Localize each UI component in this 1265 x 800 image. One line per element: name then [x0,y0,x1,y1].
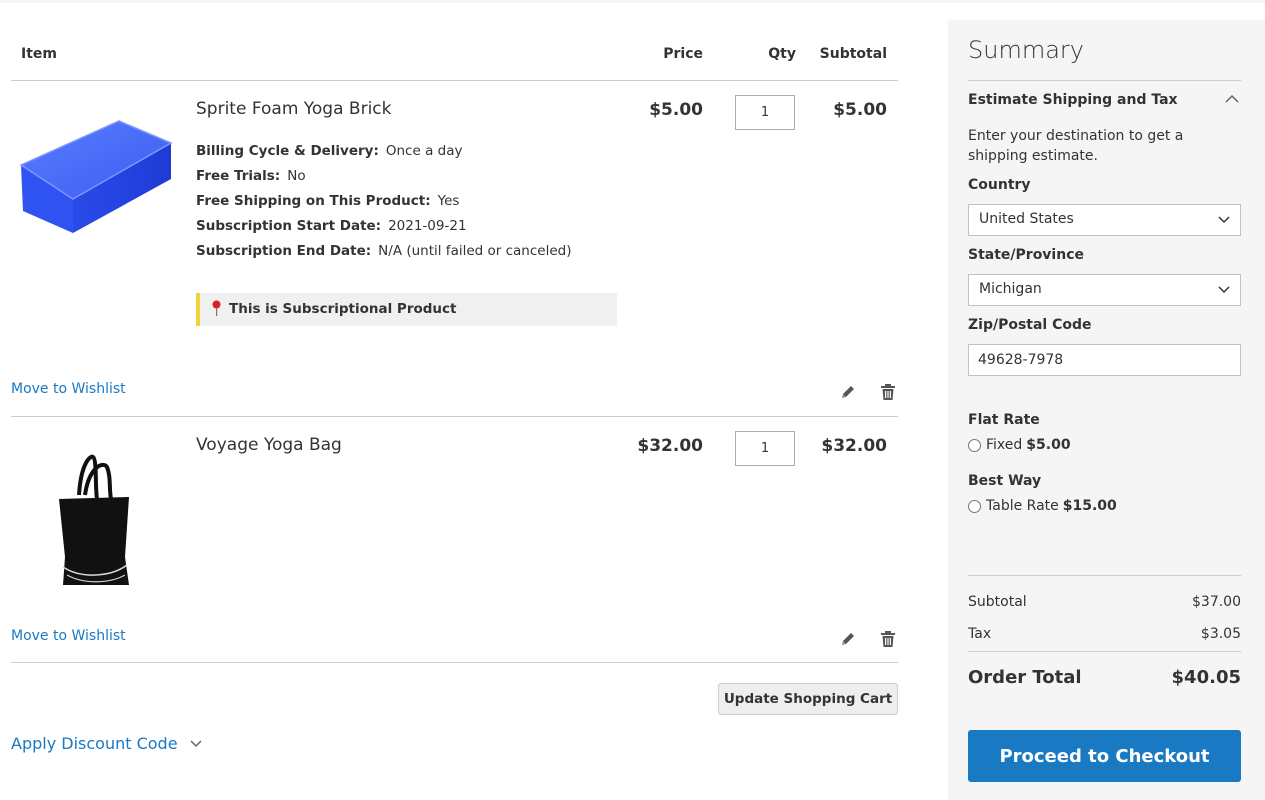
cart-table: Item Price Qty Subtotal Sprite Foam Yoga [11,40,898,663]
zip-label: Zip/Postal Code [968,317,1092,333]
state-select[interactable]: Michigan [968,274,1241,306]
estimate-shipping-toggle[interactable]: Estimate Shipping and Tax [968,92,1178,108]
product-options: Billing Cycle & Delivery: Once a day Free… [196,143,571,268]
radio-button[interactable] [968,438,981,452]
move-to-wishlist-link[interactable]: Move to Wishlist [11,381,126,397]
qty-input[interactable] [735,95,795,130]
product-price: $32.00 [637,436,703,456]
product-subtotal: $32.00 [821,436,887,456]
cart-table-header: Item Price Qty Subtotal [11,40,898,81]
header-item: Item [21,46,57,62]
apply-discount-code-label: Apply Discount Code [11,734,178,753]
chevron-down-icon [1218,286,1230,294]
update-shopping-cart-button[interactable]: Update Shopping Cart [718,683,898,715]
pencil-icon[interactable] [839,630,857,648]
cart-item-row: Sprite Foam Yoga Brick $5.00 $5.00 Billi… [11,81,898,417]
radio-button[interactable] [968,499,981,513]
option-end-date: Subscription End Date: N/A (until failed … [196,243,571,268]
product-image-yoga-brick[interactable] [11,101,176,266]
tax-label: Tax [968,626,992,642]
proceed-to-checkout-button[interactable]: Proceed to Checkout [968,730,1241,782]
shipping-option-label: Table Rate [986,498,1059,514]
option-free-shipping: Free Shipping on This Product: Yes [196,193,571,218]
header-qty: Qty [768,46,796,62]
option-label: Subscription Start Date: [196,218,382,234]
country-select-value: United States [979,211,1074,227]
order-total-label: Order Total [968,667,1082,688]
estimate-description: Enter your destination to get a shipping… [968,128,1184,164]
subtotal-value: $37.00 [1192,594,1241,610]
shipping-option-label: Fixed [986,437,1023,453]
state-label: State/Province [968,247,1084,263]
option-label: Free Shipping on This Product: [196,193,431,209]
cart-item-row: Voyage Yoga Bag $32.00 $32.00 Move to Wi… [11,417,898,663]
option-value: N/A (until failed or canceled) [378,243,572,259]
divider [968,651,1241,652]
divider [968,80,1241,81]
option-value: No [287,168,306,184]
chevron-down-icon [190,739,202,747]
option-start-date: Subscription Start Date: 2021-09-21 [196,218,571,243]
product-image-yoga-bag[interactable] [11,437,176,602]
state-select-value: Michigan [979,281,1042,297]
trash-icon[interactable] [879,630,897,648]
option-label: Billing Cycle & Delivery: [196,143,379,159]
country-label: Country [968,177,1031,193]
move-to-wishlist-link[interactable]: Move to Wishlist [11,628,126,644]
pushpin-icon [212,300,221,316]
product-name[interactable]: Sprite Foam Yoga Brick [196,99,391,119]
option-label: Subscription End Date: [196,243,372,259]
header-subtotal: Subtotal [819,46,887,62]
shipping-option-table-rate[interactable]: Table Rate $15.00 [968,498,1117,514]
product-subtotal: $5.00 [833,100,887,120]
product-name[interactable]: Voyage Yoga Bag [196,435,342,455]
trash-icon[interactable] [879,383,897,401]
option-value: Yes [437,193,460,209]
header-price: Price [663,46,703,62]
subscription-notice: This is Subscriptional Product [196,293,617,326]
option-value: Once a day [385,143,463,159]
zip-input[interactable] [968,344,1241,376]
option-free-trials: Free Trials: No [196,168,571,193]
tax-value: $3.05 [1200,626,1241,642]
qty-input[interactable] [735,431,795,466]
country-select[interactable]: United States [968,204,1241,236]
product-price: $5.00 [649,100,703,120]
apply-discount-code-toggle[interactable]: Apply Discount Code [11,734,202,753]
divider [968,575,1241,576]
pencil-icon[interactable] [839,383,857,401]
subtotal-label: Subtotal [968,594,1027,610]
order-summary-panel: Summary Estimate Shipping and Tax Enter … [948,20,1265,800]
top-border [0,0,1265,3]
shipping-group-best-way: Best Way [968,473,1042,489]
subscription-notice-text: This is Subscriptional Product [229,301,457,317]
option-label: Free Trials: [196,168,281,184]
shipping-option-price: $15.00 [1062,498,1117,514]
shipping-option-fixed[interactable]: Fixed $5.00 [968,437,1071,453]
option-billing-cycle: Billing Cycle & Delivery: Once a day [196,143,571,168]
shipping-option-price: $5.00 [1026,437,1071,453]
option-value: 2021-09-21 [388,218,467,234]
chevron-up-icon[interactable] [1225,94,1239,104]
summary-title: Summary [968,36,1084,64]
chevron-down-icon [1218,216,1230,224]
order-total-value: $40.05 [1171,667,1241,688]
shipping-group-flat-rate: Flat Rate [968,412,1040,428]
